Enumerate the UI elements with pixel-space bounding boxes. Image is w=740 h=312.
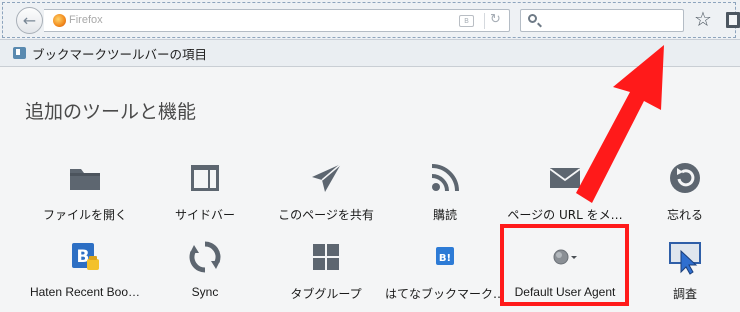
- back-arrow-icon: ←: [22, 11, 37, 30]
- reader-view-icon[interactable]: B: [459, 15, 474, 27]
- palette-item-email-link[interactable]: ページの URL をメ…: [502, 160, 628, 222]
- back-button[interactable]: ←: [16, 7, 43, 34]
- bookmarks-menu-icon[interactable]: [726, 12, 740, 28]
- bookmarks-toolbar-items-icon: [13, 47, 26, 59]
- url-placeholder: Firefox: [69, 14, 103, 26]
- palette-item-label: Haten Recent Boo…: [29, 285, 141, 299]
- palette-item-hatena-bookmark[interactable]: B! はてなブックマーク…: [382, 239, 508, 301]
- palette-item-haten-recent[interactable]: B Haten Recent Boo…: [22, 239, 148, 299]
- search-icon: [528, 14, 537, 23]
- hatena-recent-icon: B: [67, 239, 103, 275]
- reload-icon[interactable]: ↻: [490, 12, 501, 27]
- sync-icon: [187, 239, 223, 275]
- palette-item-inspect[interactable]: 調査: [622, 239, 740, 301]
- tab-groups-icon: [308, 239, 344, 275]
- share-icon: [308, 160, 344, 196]
- palette-item-forget[interactable]: 忘れる: [622, 160, 740, 222]
- navigation-toolbar: ← Firefox B ↻ ☆: [0, 0, 740, 40]
- firefox-identity-icon: [53, 14, 66, 27]
- sidebar-icon: [187, 160, 223, 196]
- feed-icon: [427, 160, 463, 196]
- palette-item-sidebar[interactable]: サイドバー: [142, 160, 268, 222]
- palette-item-tab-groups[interactable]: タブグループ: [263, 239, 389, 301]
- bookmark-star-icon[interactable]: ☆: [694, 7, 712, 31]
- palette-title: 追加のツールと機能: [25, 101, 197, 123]
- palette-item-subscribe[interactable]: 購読: [382, 160, 508, 222]
- palette-item-label: はてなブックマーク…: [384, 287, 505, 301]
- palette-item-sync[interactable]: Sync: [142, 239, 268, 299]
- bookmarks-toolbar: ブックマークツールバーの項目: [0, 40, 740, 67]
- url-separator: [484, 13, 485, 29]
- palette-item-label: 忘れる: [666, 208, 703, 222]
- hatena-bookmark-icon: B!: [427, 239, 463, 275]
- email-link-icon: [547, 160, 583, 196]
- palette-item-label: Sync: [191, 285, 219, 299]
- palette-item-label: このページを共有: [278, 208, 374, 222]
- url-bar[interactable]: Firefox B ↻: [44, 9, 510, 32]
- palette-item-label: タブグループ: [290, 287, 362, 301]
- svg-text:B!: B!: [439, 253, 451, 264]
- inspect-icon: [667, 239, 703, 275]
- palette-item-label: 調査: [672, 287, 697, 301]
- search-input[interactable]: [520, 9, 684, 32]
- palette-item-share-page[interactable]: このページを共有: [263, 160, 389, 222]
- palette-item-label: ファイルを開く: [42, 208, 127, 222]
- palette-item-label: 購読: [432, 208, 457, 222]
- palette-item-open-file[interactable]: ファイルを開く: [22, 160, 148, 222]
- forget-icon: [667, 160, 703, 196]
- highlight-box: [500, 224, 629, 306]
- palette-item-label: ページの URL をメ…: [507, 208, 623, 222]
- folder-icon: [67, 160, 103, 196]
- palette-item-label: サイドバー: [174, 208, 235, 222]
- bookmarks-toolbar-items-label[interactable]: ブックマークツールバーの項目: [32, 44, 207, 63]
